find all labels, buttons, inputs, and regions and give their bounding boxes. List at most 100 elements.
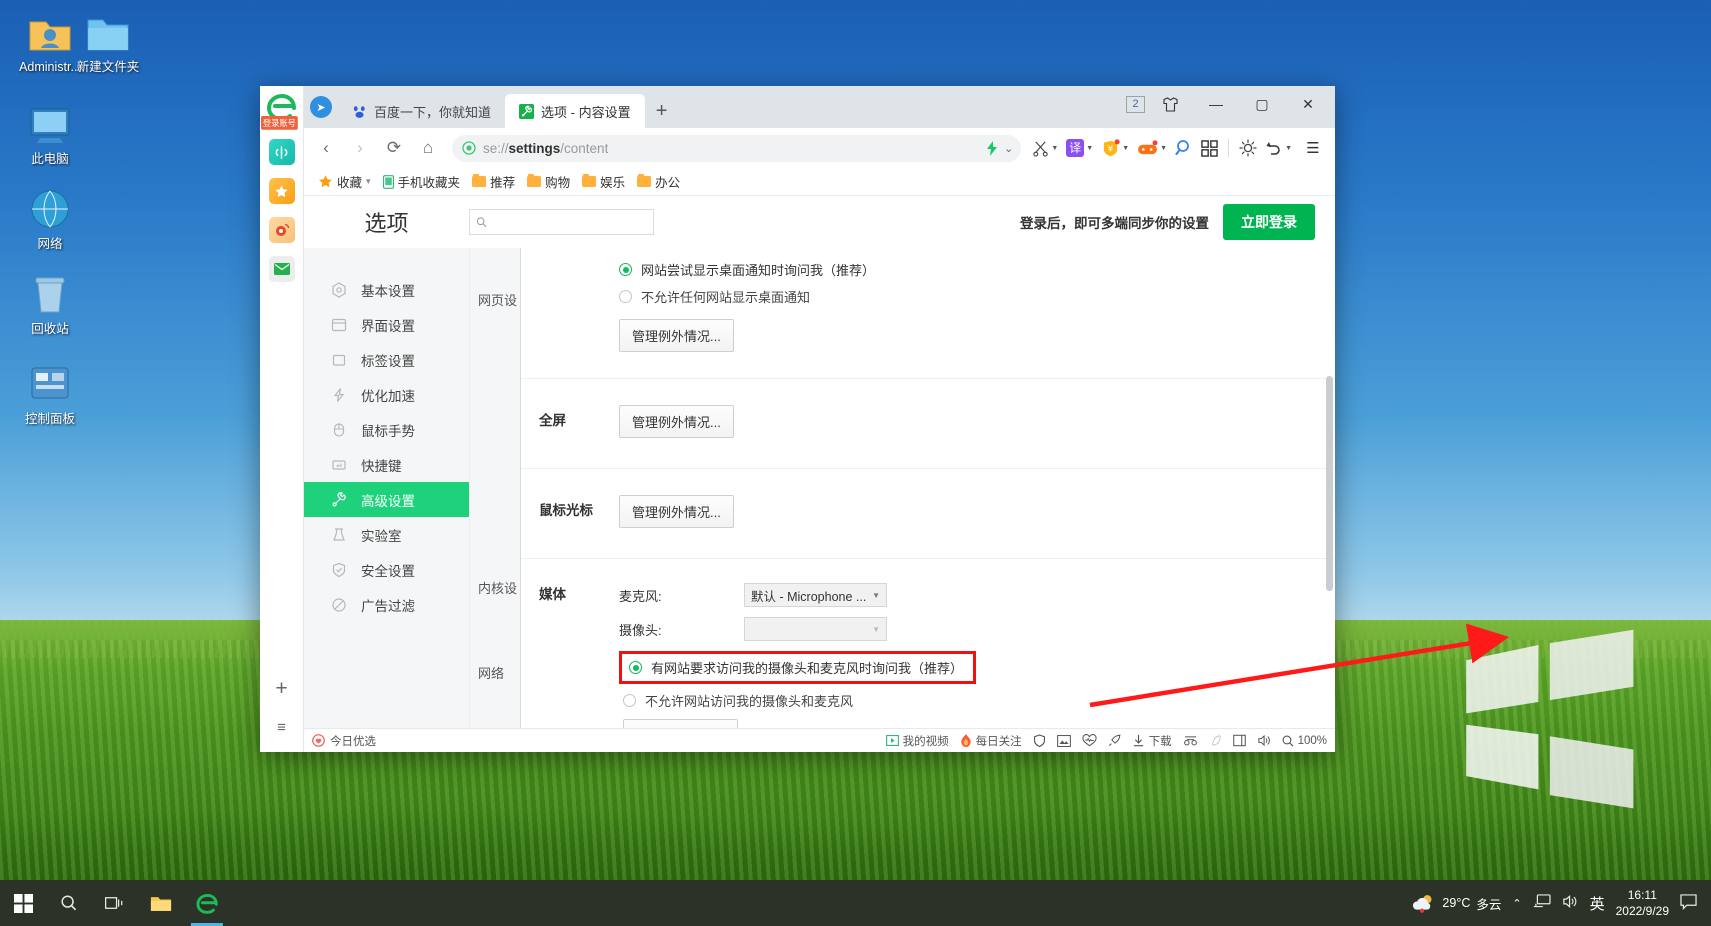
subnav-item-kernel[interactable]: 内核设 <box>478 578 517 597</box>
tab-options[interactable]: 选项 - 内容设置 <box>505 94 645 128</box>
chevron-down-icon[interactable]: ▼ <box>1160 145 1167 152</box>
radio-button-selected[interactable] <box>619 263 632 276</box>
camera-select[interactable]: ▼ <box>744 617 887 641</box>
microphone-select[interactable]: 默认 - Microphone ... ▼ <box>744 583 887 607</box>
chevron-down-icon[interactable]: ▾ <box>366 176 371 187</box>
sidebar-add-button[interactable]: + <box>275 677 287 701</box>
chevron-down-icon[interactable]: ▼ <box>1086 145 1093 152</box>
volume-icon[interactable] <box>1562 894 1579 912</box>
browser-logo[interactable]: 登录账号 <box>260 92 299 130</box>
main-menu-button[interactable]: ☰ <box>1297 132 1329 164</box>
app-grid-button[interactable] <box>1198 132 1221 164</box>
sidebar-item-advanced[interactable]: 高级设置 <box>304 482 469 517</box>
radio-option[interactable]: 网站尝试显示桌面通知时询问我（推荐） <box>619 256 1335 283</box>
radio-option[interactable]: 有网站要求访问我的摄像头和麦克风时询问我（推荐） <box>629 657 963 678</box>
bookmark-mobile-favorites[interactable]: 手机收藏夹 <box>379 170 465 193</box>
sidebar-item-security[interactable]: 安全设置 <box>304 552 469 587</box>
screenshot-button[interactable]: ▼ <box>1029 132 1061 164</box>
sidebar-icon-mail[interactable] <box>268 256 295 282</box>
sidebar-item-basic[interactable]: 基本设置 <box>304 272 469 307</box>
ime-indicator[interactable]: 英 <box>1590 893 1605 914</box>
image-button[interactable] <box>1056 734 1071 747</box>
reader-button[interactable] <box>1232 734 1246 747</box>
leaf-button[interactable] <box>1209 734 1222 747</box>
sidebar-item-mouse-gesture[interactable]: 鼠标手势 <box>304 412 469 447</box>
translate-button[interactable]: 译 ▼ <box>1063 132 1096 164</box>
today-picks[interactable]: 今日优选 <box>312 733 376 749</box>
glasses-button[interactable] <box>1183 735 1198 746</box>
sidebar-item-tabs[interactable]: 标签设置 <box>304 342 469 377</box>
desktop-icon-network[interactable]: 网络 <box>4 185 96 253</box>
sidebar-icon-cloud-sync[interactable] <box>268 139 295 165</box>
heartbeat-button[interactable] <box>1082 734 1097 747</box>
sidebar-item-ad-filter[interactable]: 广告过滤 <box>304 587 469 622</box>
chevron-down-icon[interactable]: ▼ <box>1285 145 1292 152</box>
rocket-button[interactable] <box>1108 734 1121 747</box>
sidebar-list-button[interactable]: ≡ <box>277 719 286 736</box>
bookmark-folder-recommend[interactable]: 推荐 <box>468 170 519 193</box>
sidebar-item-speedup[interactable]: 优化加速 <box>304 377 469 412</box>
radio-option[interactable]: 不允许网站访问我的摄像头和麦克风 <box>619 684 1335 710</box>
zoom-level-indicator[interactable]: 100% <box>1282 735 1327 747</box>
daily-focus-button[interactable]: 每日关注 <box>960 733 1022 749</box>
forward-button[interactable]: › <box>344 132 376 164</box>
browser-taskbar-button[interactable] <box>184 880 230 926</box>
login-account-badge[interactable]: 登录账号 <box>260 116 298 130</box>
content-scrollbar[interactable] <box>1326 254 1333 722</box>
close-button[interactable]: ✕ <box>1287 83 1329 125</box>
scrollbar-thumb[interactable] <box>1326 375 1333 591</box>
reload-button[interactable]: ⟳ <box>378 132 410 164</box>
radio-button[interactable] <box>623 694 636 707</box>
bookmark-folder-office[interactable]: 办公 <box>633 170 684 193</box>
home-button[interactable]: ⌂ <box>412 132 444 164</box>
manage-exceptions-button[interactable]: 管理例外情况... <box>619 405 734 438</box>
desktop-icon-recycle-bin[interactable]: 回收站 <box>4 270 96 338</box>
volume-button[interactable] <box>1257 734 1271 747</box>
notification-icon[interactable] <box>1680 893 1697 913</box>
search-tool-button[interactable] <box>1172 132 1196 164</box>
tab-count-badge[interactable]: 2 <box>1126 95 1145 113</box>
brightness-button[interactable] <box>1236 132 1260 164</box>
back-button[interactable]: ‹ <box>310 132 342 164</box>
lightning-icon[interactable] <box>986 140 998 156</box>
sidebar-icon-weibo[interactable] <box>268 217 295 243</box>
desktop-icon-new-folder[interactable]: 新建文件夹 <box>62 8 154 76</box>
tab-baidu[interactable]: 百度一下，你就知道 <box>338 94 505 128</box>
network-icon[interactable] <box>1533 894 1551 912</box>
address-bar[interactable]: se://settings/content ⌄ <box>452 134 1022 162</box>
download-button[interactable]: 下载 <box>1132 733 1172 749</box>
chevron-down-icon[interactable]: ▼ <box>1122 145 1129 152</box>
sidebar-item-interface[interactable]: 界面设置 <box>304 307 469 342</box>
maximize-button[interactable]: ▢ <box>1241 83 1283 125</box>
tab-nav-compass-button[interactable]: ➤ <box>304 86 338 128</box>
undo-button[interactable]: ▼ <box>1262 132 1295 164</box>
clock[interactable]: 16:11 2022/9/29 <box>1616 887 1669 919</box>
chevron-down-icon[interactable]: ▼ <box>1051 145 1058 152</box>
radio-button[interactable] <box>619 290 632 303</box>
login-now-button[interactable]: 立即登录 <box>1223 204 1315 240</box>
minimize-button[interactable]: — <box>1195 83 1237 125</box>
bookmark-folder-shopping[interactable]: 购物 <box>523 170 574 193</box>
desktop-icon-control-panel[interactable]: 控制面板 <box>4 360 96 428</box>
radio-option[interactable]: 不允许任何网站显示桌面通知 <box>619 283 1335 310</box>
weather-widget[interactable]: 29°C 多云 <box>1411 893 1501 913</box>
bookmark-favorites[interactable]: 收藏 ▾ <box>314 170 375 193</box>
sidebar-icon-favorites[interactable] <box>268 178 295 204</box>
my-video-button[interactable]: 我的视频 <box>885 733 949 749</box>
task-view-button[interactable] <box>92 880 138 926</box>
subnav-item-webpage[interactable]: 网页设 <box>478 290 517 309</box>
subnav-item-network[interactable]: 网络 <box>478 663 504 682</box>
skin-shirt-button[interactable] <box>1149 83 1191 125</box>
coupon-button[interactable]: ¥ ▼ <box>1098 132 1132 164</box>
manage-exceptions-button[interactable]: 管理例外情况... <box>623 719 738 728</box>
sidebar-item-shortcuts[interactable]: 快捷键 <box>304 447 469 482</box>
start-button[interactable] <box>0 880 46 926</box>
search-button[interactable] <box>46 880 92 926</box>
desktop-icon-this-pc[interactable]: 此电脑 <box>4 100 96 168</box>
game-button[interactable]: ▼ <box>1134 132 1170 164</box>
bookmark-folder-entertainment[interactable]: 娱乐 <box>578 170 629 193</box>
options-search[interactable] <box>469 209 654 235</box>
sidebar-item-lab[interactable]: 实验室 <box>304 517 469 552</box>
manage-exceptions-button[interactable]: 管理例外情况... <box>619 319 734 352</box>
tray-expand-chevron-icon[interactable]: ⌃ <box>1512 897 1521 910</box>
